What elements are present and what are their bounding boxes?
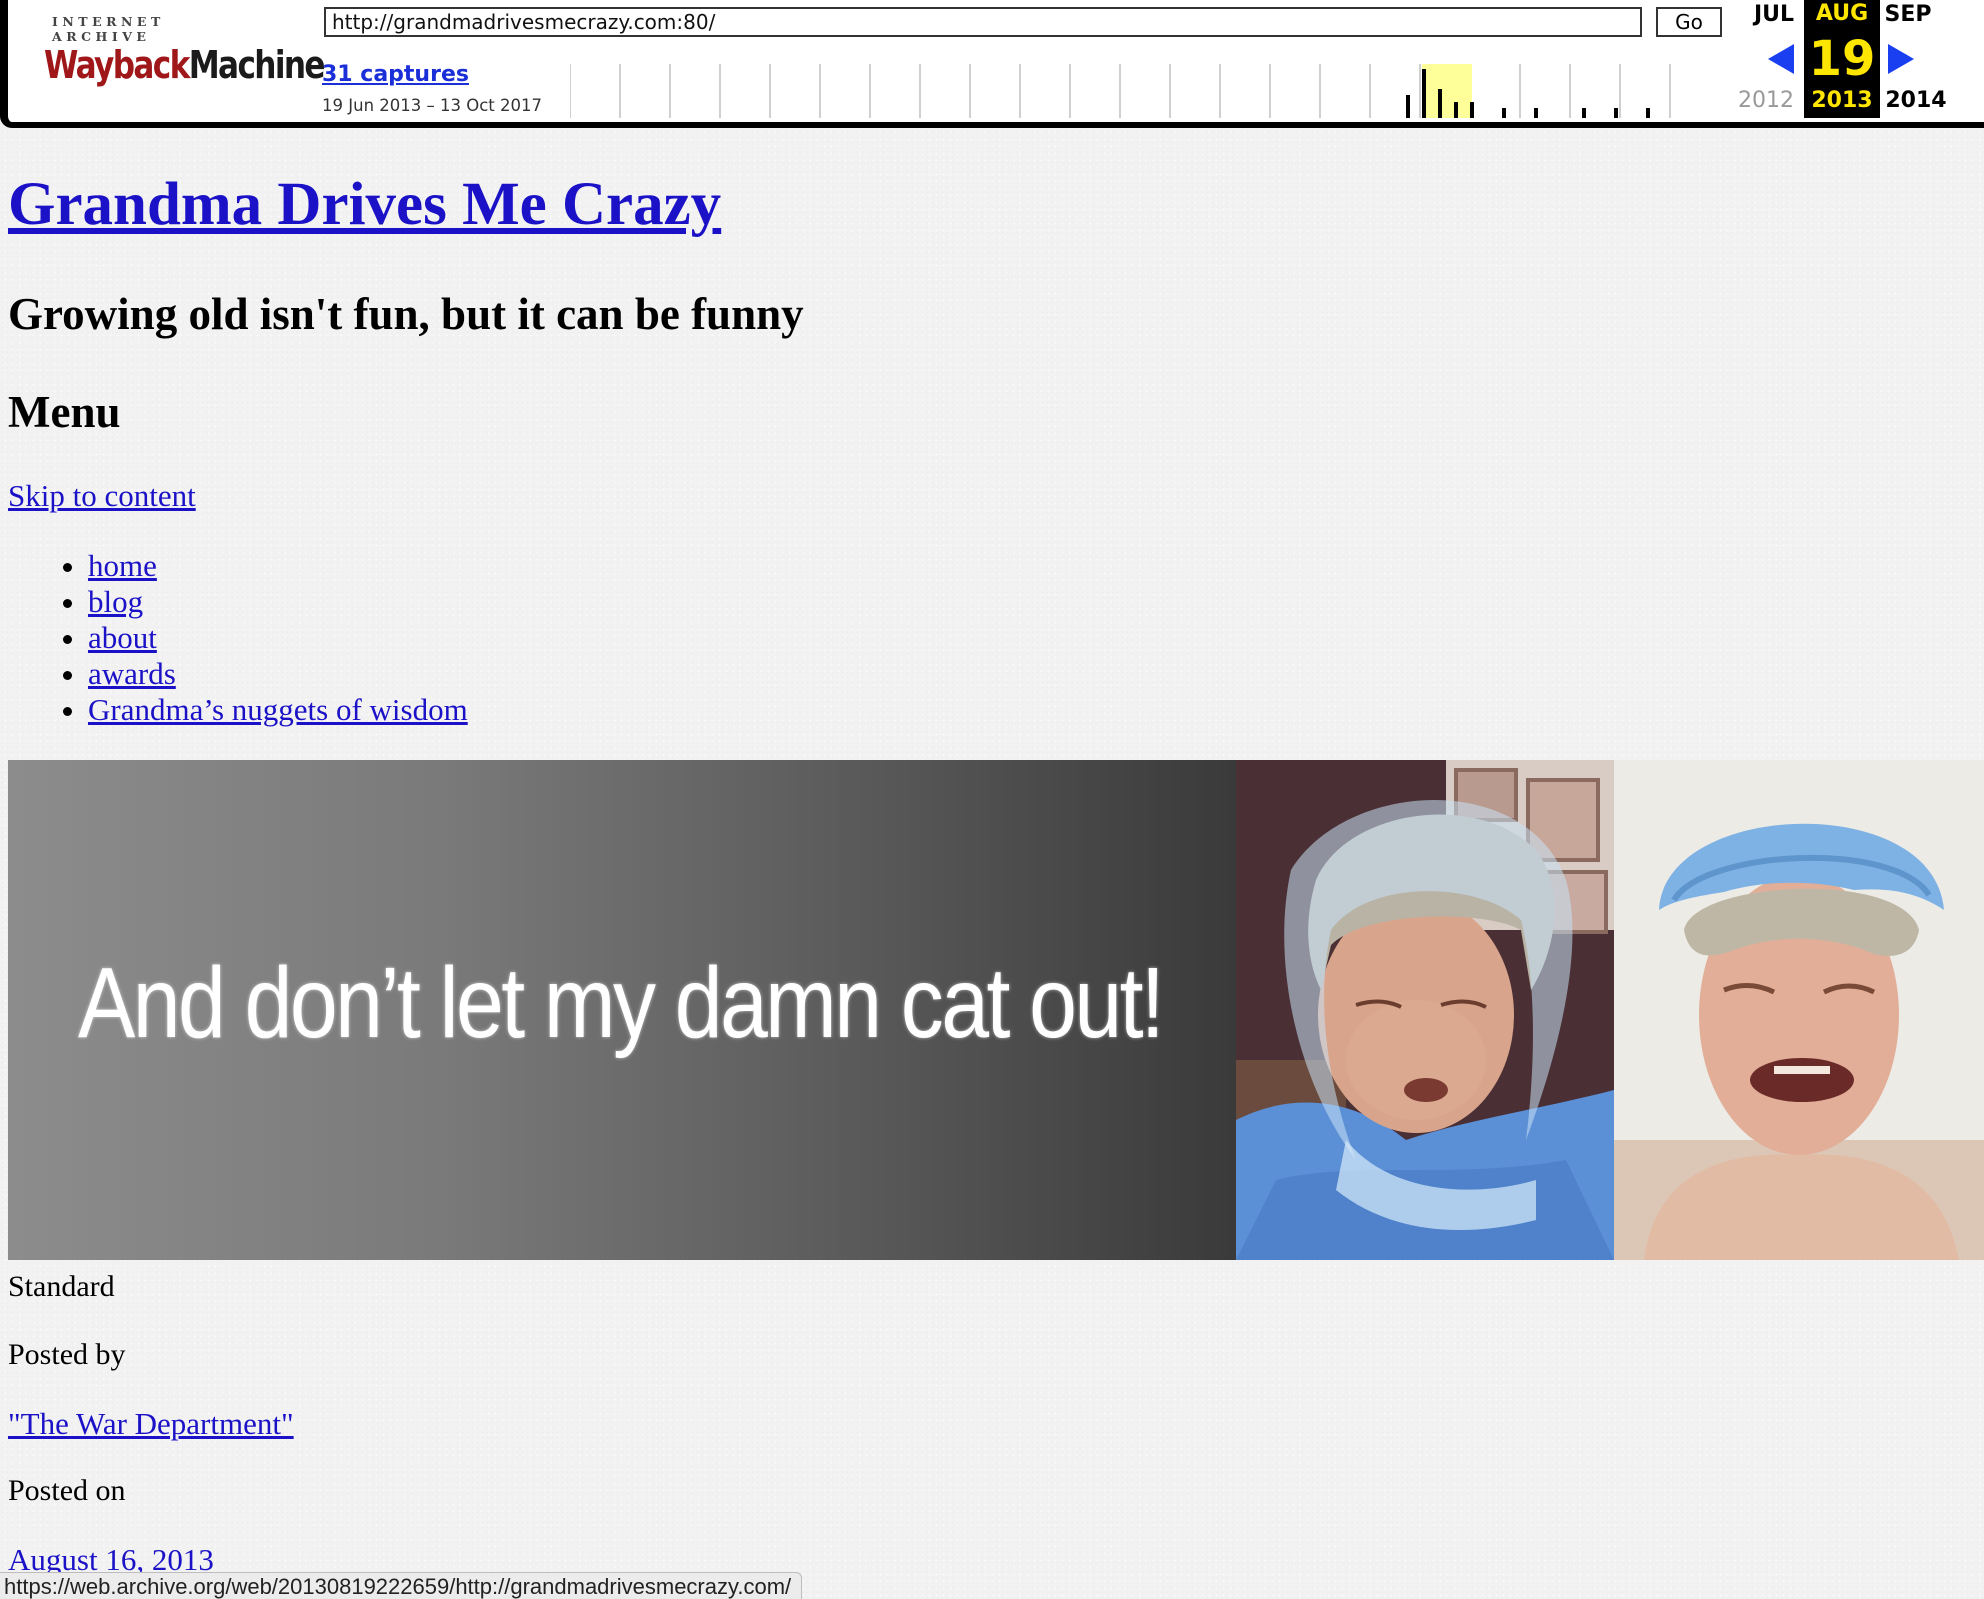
wayback-toolbar: INTERNET ARCHIVE WaybackMachine Go 31 ca…: [0, 0, 1984, 128]
next-month-label[interactable]: SEP: [1870, 2, 1946, 27]
wayback-url-input[interactable]: [324, 7, 1642, 37]
main-nav: home blog about awards Grandma’s nuggets…: [0, 548, 468, 728]
current-year-label: 2013: [1804, 86, 1880, 118]
sparkline-capture-bar[interactable]: [1454, 102, 1458, 118]
sparkline-capture-bar[interactable]: [1502, 108, 1506, 118]
current-month-label: AUG: [1804, 0, 1880, 32]
nav-item-nuggets: Grandma’s nuggets of wisdom: [88, 692, 468, 728]
site-tagline: Growing old isn't fun, but it can be fun…: [8, 289, 804, 339]
posted-by-label: Posted by: [8, 1338, 126, 1371]
header-banner: And don’t let my damn cat out!: [8, 760, 1984, 1260]
banner-caption: And don’t let my damn cat out!: [78, 947, 1165, 1059]
site-title-link[interactable]: Grandma Drives Me Crazy: [8, 170, 721, 240]
sparkline-capture-bar[interactable]: [1646, 108, 1650, 118]
sparkline-capture-bar[interactable]: [1582, 108, 1586, 118]
nav-link-home[interactable]: home: [88, 548, 157, 583]
nav-item-about: about: [88, 620, 468, 656]
sparkline-capture-bar[interactable]: [1406, 95, 1410, 118]
menu-heading: Menu: [8, 387, 121, 437]
sparkline-current-year-highlight: [1422, 64, 1472, 118]
sparkline-capture-bar[interactable]: [1422, 69, 1426, 118]
logo-internet-archive-text: INTERNET ARCHIVE: [52, 14, 165, 44]
prev-month-label[interactable]: JUL: [1736, 2, 1812, 27]
nav-link-nuggets-of-wisdom[interactable]: Grandma’s nuggets of wisdom: [88, 692, 468, 727]
sparkline-capture-bar[interactable]: [1614, 108, 1618, 118]
capture-sparkline[interactable]: [570, 58, 1674, 118]
nav-link-about[interactable]: about: [88, 620, 157, 655]
nav-link-blog[interactable]: blog: [88, 584, 143, 619]
posted-on-label: Posted on: [8, 1474, 126, 1507]
wayback-logo[interactable]: INTERNET ARCHIVE WaybackMachine: [44, 14, 326, 104]
banner-text-panel: And don’t let my damn cat out!: [8, 760, 1236, 1260]
browser-status-bar: https://web.archive.org/web/201308192226…: [0, 1572, 803, 1599]
next-year-label[interactable]: 2014: [1878, 88, 1954, 113]
prev-year-label[interactable]: 2012: [1728, 88, 1804, 113]
captures-link[interactable]: 31 captures: [322, 62, 469, 87]
nav-item-home: home: [88, 548, 468, 584]
skip-to-content-link[interactable]: Skip to content: [8, 478, 196, 514]
sparkline-capture-bar[interactable]: [1534, 108, 1538, 118]
current-day: 19: [1804, 32, 1880, 86]
nav-item-awards: awards: [88, 656, 468, 692]
author-link[interactable]: "The War Department": [8, 1406, 294, 1442]
prev-capture-arrow-icon[interactable]: [1766, 42, 1796, 76]
capture-range-text: 19 Jun 2013 – 13 Oct 2017: [322, 96, 543, 115]
nav-item-blog: blog: [88, 584, 468, 620]
nav-link-awards[interactable]: awards: [88, 656, 176, 691]
logo-wayback-wordmark: WaybackMachine: [44, 43, 326, 87]
next-capture-arrow-icon[interactable]: [1886, 42, 1916, 76]
sparkline-capture-bar[interactable]: [1438, 89, 1442, 118]
go-button[interactable]: Go: [1656, 7, 1722, 37]
banner-photo-grimacing-grandma: [1614, 760, 1984, 1260]
banner-photo-sleeping-grandma: [1236, 760, 1614, 1260]
post-format-label: Standard: [8, 1270, 115, 1303]
sparkline-capture-bar[interactable]: [1470, 102, 1474, 118]
